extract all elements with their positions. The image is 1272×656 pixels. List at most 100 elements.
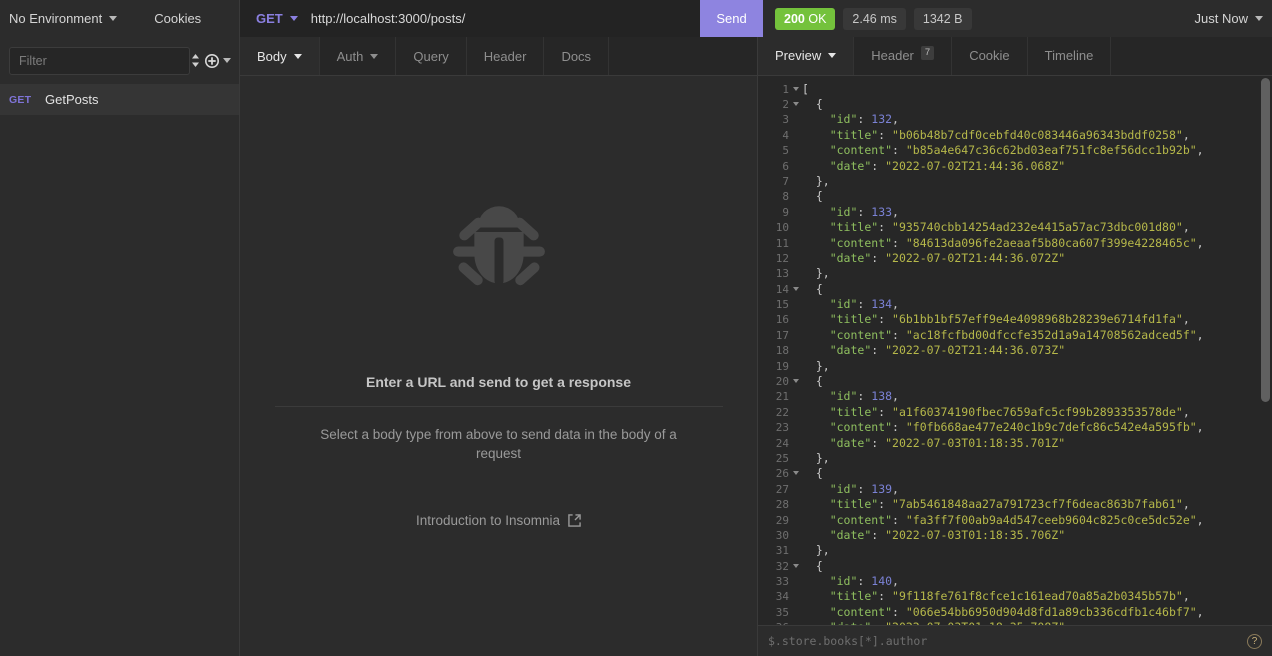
line-number: 7 [782,174,789,188]
code-token: : [892,327,906,342]
chevron-down-icon [828,53,837,59]
scrollbar-thumb[interactable] [1261,77,1270,402]
response-history-label: Just Now [1194,11,1248,27]
response-size[interactable]: 1342 B [913,7,972,30]
code-token: , [892,204,899,219]
line-number: 27 [775,482,789,496]
tab-cookie[interactable]: Cookie [952,37,1028,75]
send-button[interactable]: Send [700,0,763,38]
tab-header[interactable]: Header [467,37,545,76]
code-token: : [871,527,886,542]
tab-auth[interactable]: Auth [320,37,397,76]
code-token: "content" [829,327,893,342]
fold-triangle-icon[interactable] [793,286,799,291]
fold-triangle-icon[interactable] [793,101,799,106]
code-token: , [892,574,899,589]
fold-triangle-icon[interactable] [793,471,799,476]
line-number: 19 [775,359,789,373]
code-line: "content": "066e54bb6950d904d8fd1a89cb33… [802,605,1272,620]
line-number: 2 [758,97,799,112]
plus-circle-icon [205,53,219,68]
insomnia-app-window: No Environment Cookies GET Send 200 OK 2… [0,0,1272,656]
response-time[interactable]: 2.46 ms [843,7,906,30]
response-json-code[interactable]: [ { "id": 132, "title": "b06b48b7cdf0ceb… [792,76,1272,625]
line-number: 9 [782,205,789,219]
jsonpath-filter-input[interactable] [768,634,1247,648]
external-link-icon [568,513,581,527]
line-number: 34 [775,590,789,604]
line-number: 17 [775,328,789,342]
code-token: "2022-07-02T21:44:36.073Z" [885,343,1066,358]
code-token: : [878,589,893,604]
chevron-down-icon [1255,16,1263,22]
divider [274,405,723,407]
code-token: , [1196,420,1204,435]
code-token: : [857,481,872,496]
vertical-scrollbar[interactable] [1259,75,1272,625]
request-empty-state: Enter a URL and send to get a response S… [240,76,757,656]
line-number: 30 [775,528,789,542]
line-number: 12 [775,251,789,265]
code-token: : [871,158,886,173]
request-list-item[interactable]: GET GetPosts [0,84,239,116]
url-input[interactable] [310,0,700,38]
code-token: "title" [829,127,879,142]
code-line: { [802,374,1272,389]
code-token: : [857,389,872,404]
response-history-selector[interactable]: Just Now [1195,11,1263,26]
code-token: : [857,297,872,312]
line-number: 31 [775,544,789,558]
sidebar: GET GetPosts [0,37,240,656]
cookies-button[interactable]: Cookies [154,11,201,26]
line-number: 10 [775,221,789,235]
header-left-section: No Environment Cookies [0,0,240,38]
code-token: : [871,250,886,265]
code-token: "84613da096fe2aeaaf5b80ca607f399e4228465… [905,235,1197,250]
code-line: "id": 133, [802,205,1272,220]
tab-timeline[interactable]: Timeline [1028,37,1112,75]
response-summary-bar: 200 OK 2.46 ms 1342 B Just Now [763,0,1272,38]
line-number: 16 [775,313,789,327]
fold-triangle-icon[interactable] [793,86,799,91]
code-token: : [878,312,893,327]
response-pane: Preview Header 7 Cookie Timeline 1 2 3 4 5 6 7 8 9 10… [758,37,1272,656]
code-token: "b85a4e647c36c62bd03eaf751fc8ef56dcc1b92… [905,143,1197,158]
code-line: { [802,189,1272,204]
sidebar-empty-area [0,115,239,656]
code-token: { [815,189,823,204]
status-badge[interactable]: 200 OK [775,7,836,30]
add-request-button[interactable] [201,53,231,68]
line-number: 4 [782,128,789,142]
line-number: 29 [775,513,789,527]
code-token: "2022-07-03T01:18:35.701Z" [885,435,1066,450]
introduction-link[interactable]: Introduction to Insomnia [416,513,581,528]
tab-body[interactable]: Body [240,37,320,76]
sidebar-filter-row [0,37,239,84]
code-token: "title" [829,312,879,327]
http-method-selector[interactable]: GET [240,0,311,37]
code-token: : [892,604,906,619]
code-line: { [802,559,1272,574]
code-token: : [871,435,886,450]
main-content: GET GetPosts Body Auth Query Header Docs [0,37,1272,656]
environment-label: No Environment [9,11,103,27]
fold-triangle-icon[interactable] [793,563,799,568]
response-body-viewer[interactable]: 1 2 3 4 5 6 7 8 9 10 11 12 13 14 15 16 17 18 19 20 21 22 23 24 2… [758,75,1272,625]
request-list: GET GetPosts [0,84,239,116]
sidebar-filter-input[interactable] [9,46,190,75]
status-code: 200 [784,11,805,26]
line-number: 14 [758,282,799,297]
code-line: "id": 132, [802,112,1272,127]
tab-preview[interactable]: Preview [758,37,855,75]
tab-query[interactable]: Query [396,37,467,76]
code-token: "b06b48b7cdf0cebfd40c083446a96343bddf025… [892,127,1183,142]
environment-selector[interactable]: No Environment [9,11,118,27]
sort-icon[interactable] [190,47,201,75]
sort-icon-svg [192,54,199,68]
code-token: "date" [829,343,872,358]
help-circle-icon[interactable]: ? [1247,633,1262,649]
fold-triangle-icon[interactable] [793,379,799,384]
code-token: "2022-07-03T01:18:35.708Z" [885,620,1065,625]
tab-header[interactable]: Header 7 [854,37,953,75]
tab-docs[interactable]: Docs [544,37,610,76]
